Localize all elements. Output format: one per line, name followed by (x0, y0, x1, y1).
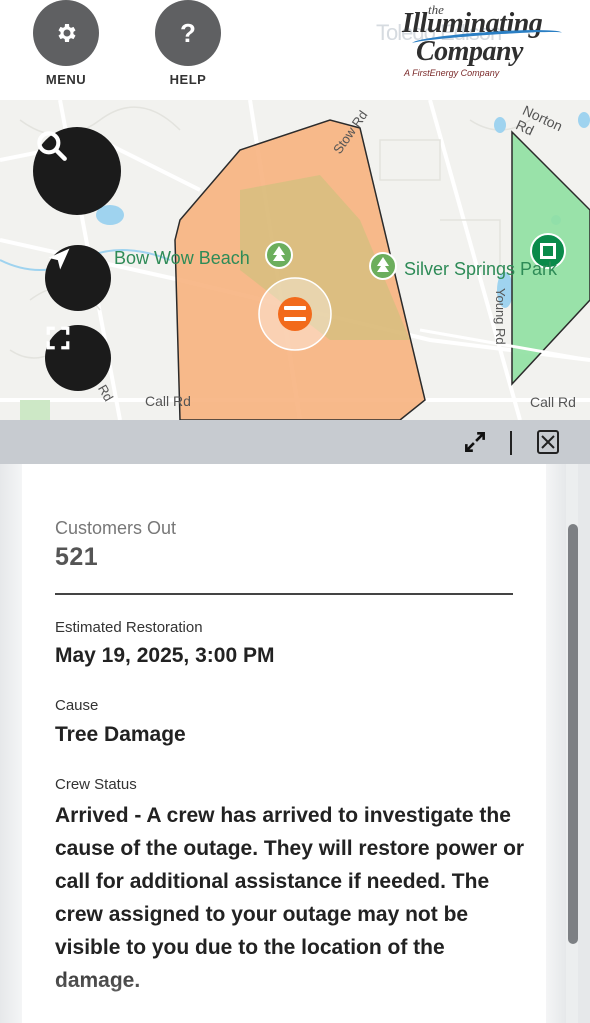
app-header: MENU ? HELP Toledo Edison the Illuminati… (0, 0, 590, 100)
locate-button[interactable] (45, 245, 111, 311)
outage-marker-icon[interactable] (258, 277, 332, 351)
expand-button[interactable] (462, 429, 488, 455)
map-label-call-rd-left: Call Rd (145, 393, 191, 409)
tree-icon (265, 241, 293, 269)
search-icon (37, 131, 67, 161)
crew-status-value: Arrived - A crew has arrived to investig… (55, 804, 525, 992)
help-label: HELP (169, 72, 207, 87)
close-icon (537, 430, 559, 454)
panel-toolbar (0, 420, 590, 464)
cause-value: Tree Damage (55, 723, 186, 746)
scrollbar-thumb[interactable] (568, 524, 578, 944)
crew-status-label: Crew Status (55, 776, 137, 793)
close-button[interactable] (536, 429, 560, 455)
gear-icon (58, 24, 76, 42)
logo-tagline: A FirstEnergy Company (404, 68, 500, 78)
menu-circle[interactable] (33, 0, 99, 66)
section-divider (55, 593, 513, 595)
logo-line2: Company (416, 36, 523, 67)
customers-out-label: Customers Out (55, 518, 177, 538)
map-label-call-rd-right: Call Rd (530, 394, 576, 410)
map-label-bow-wow-beach: Bow Wow Beach (114, 248, 250, 268)
cause-label: Cause (55, 697, 99, 714)
menu-button[interactable]: MENU (26, 0, 106, 87)
toolbar-divider (510, 431, 512, 455)
park-area (20, 400, 50, 420)
outage-map[interactable]: Norton Rd Stow Rd Bow Wow Beach Silver S… (0, 100, 590, 420)
menu-label: MENU (45, 72, 87, 87)
search-button[interactable] (33, 127, 121, 215)
estimated-restoration-value: May 19, 2025, 3:00 PM (55, 644, 275, 667)
map-label-young-rd: Young Rd (493, 288, 508, 345)
fullscreen-icon (46, 326, 70, 350)
estimated-restoration-label: Estimated Restoration (55, 619, 203, 636)
locate-arrow-icon (48, 248, 70, 270)
company-logo: Toledo Edison the Illuminating Company A… (372, 2, 582, 82)
tree-icon (369, 252, 397, 280)
fullscreen-button[interactable] (45, 325, 111, 391)
map-label-silver-springs-park: Silver Springs Park (404, 259, 558, 279)
expand-icon (465, 432, 485, 452)
question-icon: ? (155, 0, 221, 66)
help-button[interactable]: ? HELP (148, 0, 228, 87)
customers-out-value: 521 (55, 543, 99, 571)
